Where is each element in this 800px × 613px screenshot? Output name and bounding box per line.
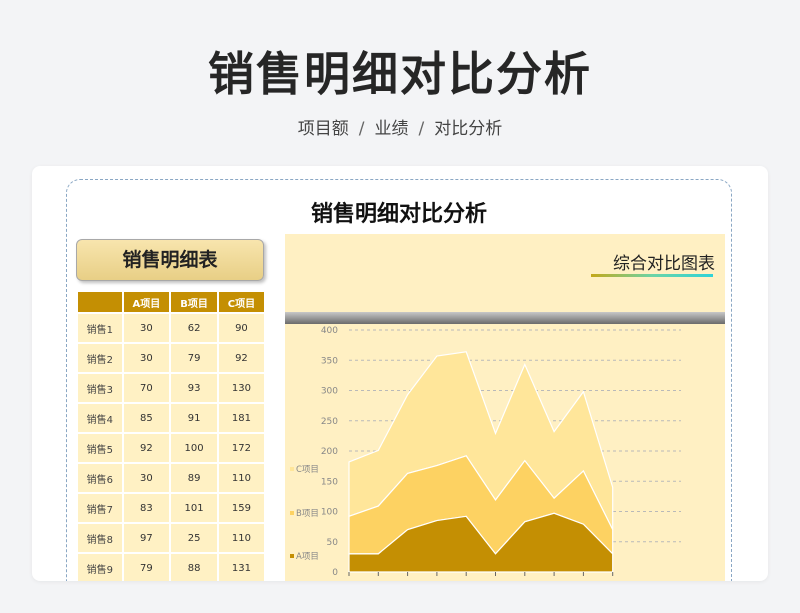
page-title: 销售明细对比分析 <box>208 47 592 101</box>
spreadsheet-preview: 销售明细对比分析 销售明细表 A项目 B项目 C项目 销售1 30 62 90 销售2 30 7… <box>66 179 732 581</box>
row-label-cell: 销售5 <box>76 432 124 464</box>
row-label-cell: 销售2 <box>76 342 124 374</box>
table-cell: 62 <box>169 312 219 344</box>
table-cell: 101 <box>169 492 219 524</box>
chart-panel: 综合对比图表 0 50 100 150 200 250 300 350 400 A项目 B项目 C项目 <box>285 234 725 581</box>
table-cell: 79 <box>169 342 219 374</box>
table-cell: 131 <box>216 552 267 581</box>
y-tick-label: 100 <box>321 508 338 518</box>
sales-detail-table: A项目 B项目 C项目 销售1 30 62 90 销售2 30 79 92 销售3 70 93 130 销售… <box>76 290 267 581</box>
y-tick-label: 300 <box>321 387 338 397</box>
table-cell: 181 <box>216 402 267 434</box>
y-tick-label: 400 <box>321 326 338 336</box>
table-cell: 130 <box>216 372 267 404</box>
table-header-cell: A项目 <box>121 290 172 314</box>
table-cell: 100 <box>169 432 219 464</box>
breadcrumb-item: 项目额 <box>297 119 349 139</box>
table-row: 销售1 30 62 90 <box>76 312 267 344</box>
y-tick-label: 50 <box>327 538 339 548</box>
table-cell: 25 <box>169 522 219 554</box>
breadcrumb-item: 业绩 <box>374 119 409 139</box>
breadcrumb-item: 对比分析 <box>434 119 503 139</box>
table-cell: 30 <box>121 312 172 344</box>
table-cell: 88 <box>169 552 219 581</box>
table-cell: 159 <box>216 492 267 524</box>
y-tick-label: 250 <box>321 417 338 427</box>
table-row: 销售4 85 91 181 <box>76 402 267 434</box>
table-row: 销售8 97 25 110 <box>76 522 267 554</box>
table-cell: 93 <box>169 372 219 404</box>
y-tick-label: 150 <box>321 477 338 487</box>
table-cell: 30 <box>121 462 172 494</box>
table-cell: 92 <box>121 432 172 464</box>
y-tick-label: 200 <box>321 447 338 457</box>
table-cell: 79 <box>121 552 172 581</box>
table-cell: 83 <box>121 492 172 524</box>
breadcrumb-separator: / <box>418 119 425 139</box>
table-row: 销售2 30 79 92 <box>76 342 267 374</box>
table-cell: 90 <box>216 312 267 344</box>
legend-swatch <box>290 554 294 558</box>
legend-label: A项目 <box>296 552 319 562</box>
sheet-title: 销售明细对比分析 <box>310 202 487 227</box>
table-cell: 85 <box>121 402 172 434</box>
legend-label: B项目 <box>296 509 319 519</box>
table-cell: 91 <box>169 402 219 434</box>
row-label-cell: 销售6 <box>76 462 124 494</box>
table-header-corner <box>76 290 124 314</box>
table-cell: 70 <box>121 372 172 404</box>
breadcrumb: 项目额 / 业绩 / 对比分析 <box>0 114 800 139</box>
table-row: 销售6 30 89 110 <box>76 462 267 494</box>
table-row: 销售9 79 88 131 <box>76 552 267 581</box>
row-label-cell: 销售3 <box>76 372 124 404</box>
preview-card: 销售明细对比分析 销售明细表 A项目 B项目 C项目 销售1 30 62 90 销售2 30 7… <box>32 166 768 581</box>
detail-table-title: 销售明细表 <box>76 239 264 281</box>
breadcrumb-separator: / <box>358 119 365 139</box>
stacked-area-chart: 0 50 100 150 200 250 300 350 400 A项目 B项目 C项目 <box>290 326 681 578</box>
legend-swatch <box>290 467 294 471</box>
chart-title-underline <box>591 274 713 277</box>
y-tick-label: 350 <box>321 356 338 366</box>
table-cell: 110 <box>216 462 267 494</box>
table-header-cell: B项目 <box>169 290 219 314</box>
table-header-cell: C项目 <box>216 290 267 314</box>
table-cell: 172 <box>216 432 267 464</box>
row-label-cell: 销售8 <box>76 522 124 554</box>
table-cell: 97 <box>121 522 172 554</box>
chart-title: 综合对比图表 <box>613 254 715 274</box>
legend-label: C项目 <box>296 465 319 475</box>
table-cell: 92 <box>216 342 267 374</box>
legend-swatch <box>290 511 294 515</box>
row-label-cell: 销售1 <box>76 312 124 344</box>
table-cell: 30 <box>121 342 172 374</box>
row-label-cell: 销售9 <box>76 552 124 581</box>
table-cell: 110 <box>216 522 267 554</box>
table-header-row: A项目 B项目 C项目 <box>76 290 267 314</box>
row-label-cell: 销售7 <box>76 492 124 524</box>
y-tick-label: 0 <box>332 568 338 578</box>
chart-divider-bar <box>285 312 725 324</box>
table-cell: 89 <box>169 462 219 494</box>
table-row: 销售7 83 101 159 <box>76 492 267 524</box>
table-row: 销售3 70 93 130 <box>76 372 267 404</box>
row-label-cell: 销售4 <box>76 402 124 434</box>
table-row: 销售5 92 100 172 <box>76 432 267 464</box>
